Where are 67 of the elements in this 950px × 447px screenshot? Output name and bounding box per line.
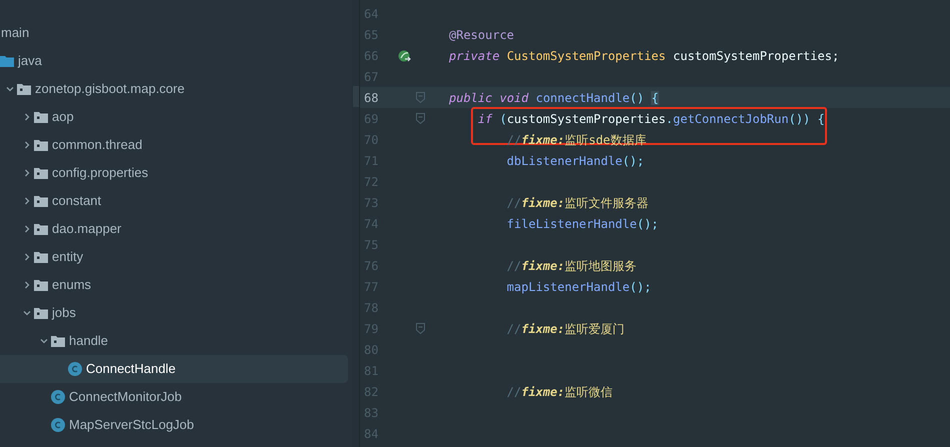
tree-label: config.properties: [52, 164, 148, 182]
punctuation: ();: [630, 280, 652, 294]
tree-item[interactable]: common.thread: [0, 131, 348, 159]
todo-tag: fixme:: [521, 322, 565, 336]
comment-slashes: //: [506, 322, 522, 336]
comment-text: 监听爱厦门: [564, 322, 625, 336]
tree-label: zonetop.gisboot.map.core: [35, 80, 185, 98]
comment-slashes: //: [506, 132, 522, 146]
tree-item[interactable]: config.properties: [0, 159, 348, 187]
method-name: connectHandle: [536, 90, 630, 104]
tree-label: jobs: [52, 304, 76, 322]
todo-tag: fixme:: [521, 196, 565, 210]
tree-item[interactable]: MapServerStcLogJob: [0, 411, 348, 439]
line-number: 68: [363, 90, 380, 106]
tree-item[interactable]: zonetop.gisboot.map.core: [0, 75, 348, 103]
tree-item[interactable]: jobs: [0, 299, 348, 327]
punctuation: ();: [622, 154, 644, 168]
method-name: dbListenerHandle: [506, 154, 622, 168]
brace: {: [651, 90, 659, 104]
comment-text: 监听sde数据库: [564, 132, 646, 146]
tree-label: MapServerStcLogJob: [69, 416, 194, 434]
type-name: CustomSystemProperties: [506, 48, 666, 62]
tree-label: main: [1, 24, 30, 42]
tree-item[interactable]: java: [0, 47, 348, 75]
todo-tag: fixme:: [521, 132, 565, 146]
tree-label: ConnectHandle: [86, 360, 176, 378]
tree-label: dao.mapper: [52, 220, 122, 238]
keyword: public: [449, 90, 492, 104]
tree-item[interactable]: aop: [0, 103, 348, 131]
identifier: customSystemProperties: [506, 112, 666, 126]
tree-label: aop: [52, 108, 74, 126]
tree-label: entity: [52, 248, 84, 266]
keyword: void: [500, 90, 528, 104]
todo-tag: fixme:: [521, 258, 565, 272]
tree-label: enums: [52, 276, 92, 294]
tree-item[interactable]: dao.mapper: [0, 215, 348, 243]
tree-item[interactable]: handle: [0, 327, 348, 355]
annotation: @Resource: [449, 28, 514, 42]
tree-label: constant: [52, 192, 102, 210]
tree-label: java: [18, 52, 42, 70]
method-name: getConnectJobRun: [673, 112, 789, 126]
punctuation: ();: [636, 216, 659, 230]
comment-text: 监听文件服务器: [564, 196, 649, 210]
punctuation: (): [630, 90, 644, 104]
tree-label: common.thread: [52, 136, 142, 154]
tree-item[interactable]: enums: [0, 271, 348, 299]
method-name: mapListenerHandle: [506, 280, 630, 294]
comment-slashes: //: [506, 196, 522, 210]
punctuation: ()) {: [788, 112, 825, 126]
comment-slashes: //: [506, 258, 522, 272]
comment-slashes: //: [506, 384, 522, 398]
tree-label: ConnectMonitorJob: [69, 388, 182, 406]
comment-text: 监听微信: [564, 384, 613, 398]
punctuation: (: [500, 112, 507, 126]
tree-item[interactable]: ConnectMonitorJob: [0, 383, 348, 411]
keyword: if: [478, 112, 492, 126]
tree-label: handle: [69, 332, 108, 350]
todo-tag: fixme:: [521, 384, 565, 398]
comment-text: 监听地图服务: [564, 258, 637, 272]
tree-item[interactable]: ConnectHandle: [0, 355, 348, 383]
punctuation: .: [666, 112, 673, 126]
tree-item[interactable]: constant: [0, 187, 348, 215]
keyword: private: [449, 48, 500, 62]
identifier: customSystemProperties;: [673, 48, 840, 62]
tree-item[interactable]: main: [0, 19, 348, 47]
method-name: fileListenerHandle: [506, 216, 637, 230]
tree-item[interactable]: entity: [0, 243, 348, 271]
